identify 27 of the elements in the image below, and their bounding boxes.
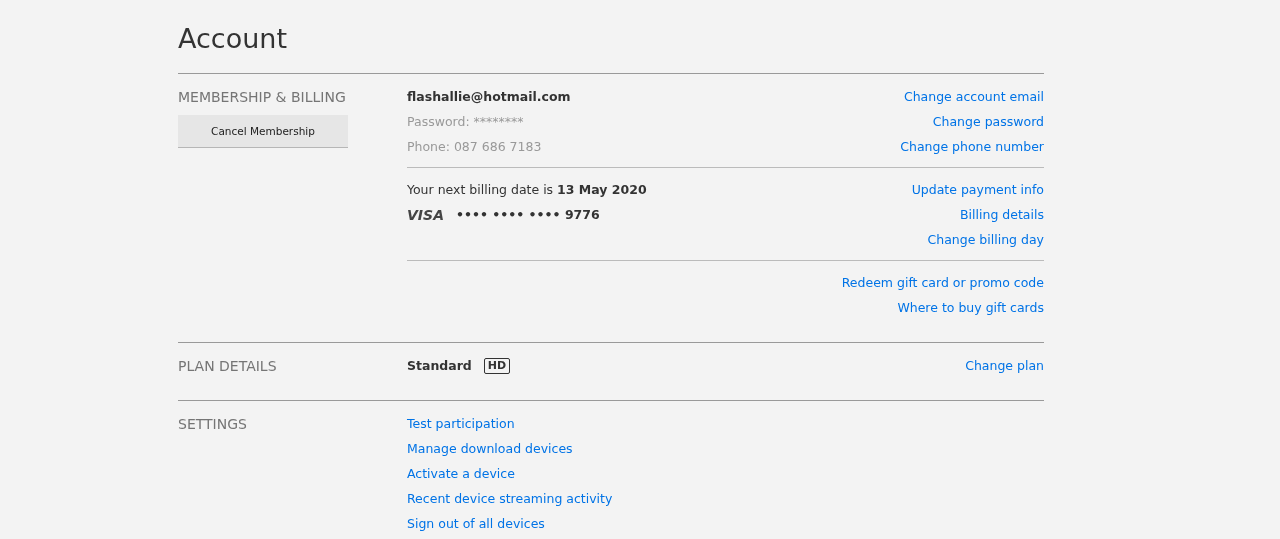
account-detail: flashallie@hotmail.com — [407, 88, 571, 106]
card-brand: VISA — [407, 207, 444, 223]
settings-link[interactable]: Activate a device — [407, 464, 613, 484]
account-link[interactable]: Billing details — [960, 205, 1044, 225]
account-detail: Phone: 087 686 7183 — [407, 138, 543, 156]
settings-link[interactable]: Manage download devices — [407, 439, 613, 459]
settings-link[interactable]: Recent device streaming activity — [407, 489, 613, 509]
page-title: Account — [178, 22, 288, 56]
card-number: •••• •••• •••• 9776 — [455, 206, 600, 224]
account-link[interactable]: Change plan — [965, 356, 1044, 376]
settings-link[interactable]: Test participation — [407, 414, 613, 434]
billing-date: Your next billing date is 13 May 2020 — [407, 181, 647, 199]
account-link[interactable]: Redeem gift card or promo code — [841, 273, 1044, 293]
account-link[interactable]: Change phone number — [900, 137, 1044, 157]
section-heading: PLAN DETAILS — [178, 357, 277, 376]
plan-name: Standard — [407, 357, 472, 375]
account-link[interactable]: Change billing day — [927, 230, 1044, 250]
section-heading: MEMBERSHIP & BILLING — [178, 88, 346, 107]
account-link[interactable]: Change account email — [903, 87, 1044, 107]
settings-link[interactable]: Sign out of all devices — [407, 514, 613, 534]
cancel-membership-button[interactable]: Cancel Membership — [178, 115, 348, 147]
account-link[interactable]: Where to buy gift cards — [897, 298, 1044, 318]
account-link[interactable]: Change password — [932, 112, 1044, 132]
account-link[interactable]: Update payment info — [911, 180, 1044, 200]
section-heading: SETTINGS — [178, 415, 247, 434]
quality-badge: HD — [483, 358, 511, 374]
account-detail: Password: ******** — [407, 113, 525, 131]
